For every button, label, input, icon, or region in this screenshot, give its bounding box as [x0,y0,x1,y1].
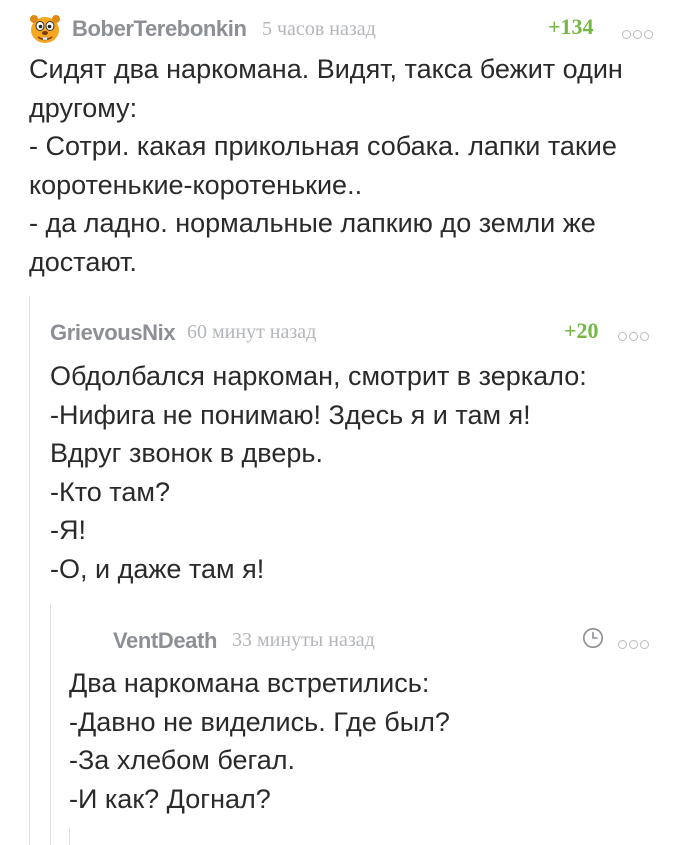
comment-author[interactable]: VentDeath [113,628,217,654]
comment-line: -И как? Догнал? [69,783,271,814]
comment-3: VentDeath 33 минуты назад Два наркомана … [0,0,700,845]
more-options-icon[interactable] [618,636,658,649]
clock-icon[interactable] [582,627,604,649]
comment-text: Два наркомана встретились: -Давно не вид… [69,664,700,818]
comment-line: Два наркомана встретились: [69,668,430,698]
comment-header: VentDeath 33 минуты назад [0,628,700,668]
comment-line: -Давно не виделись. Где был? [69,706,450,737]
comment-time[interactable]: 33 минуты назад [232,629,375,652]
comment-line: -За хлебом бегал. [69,745,296,775]
